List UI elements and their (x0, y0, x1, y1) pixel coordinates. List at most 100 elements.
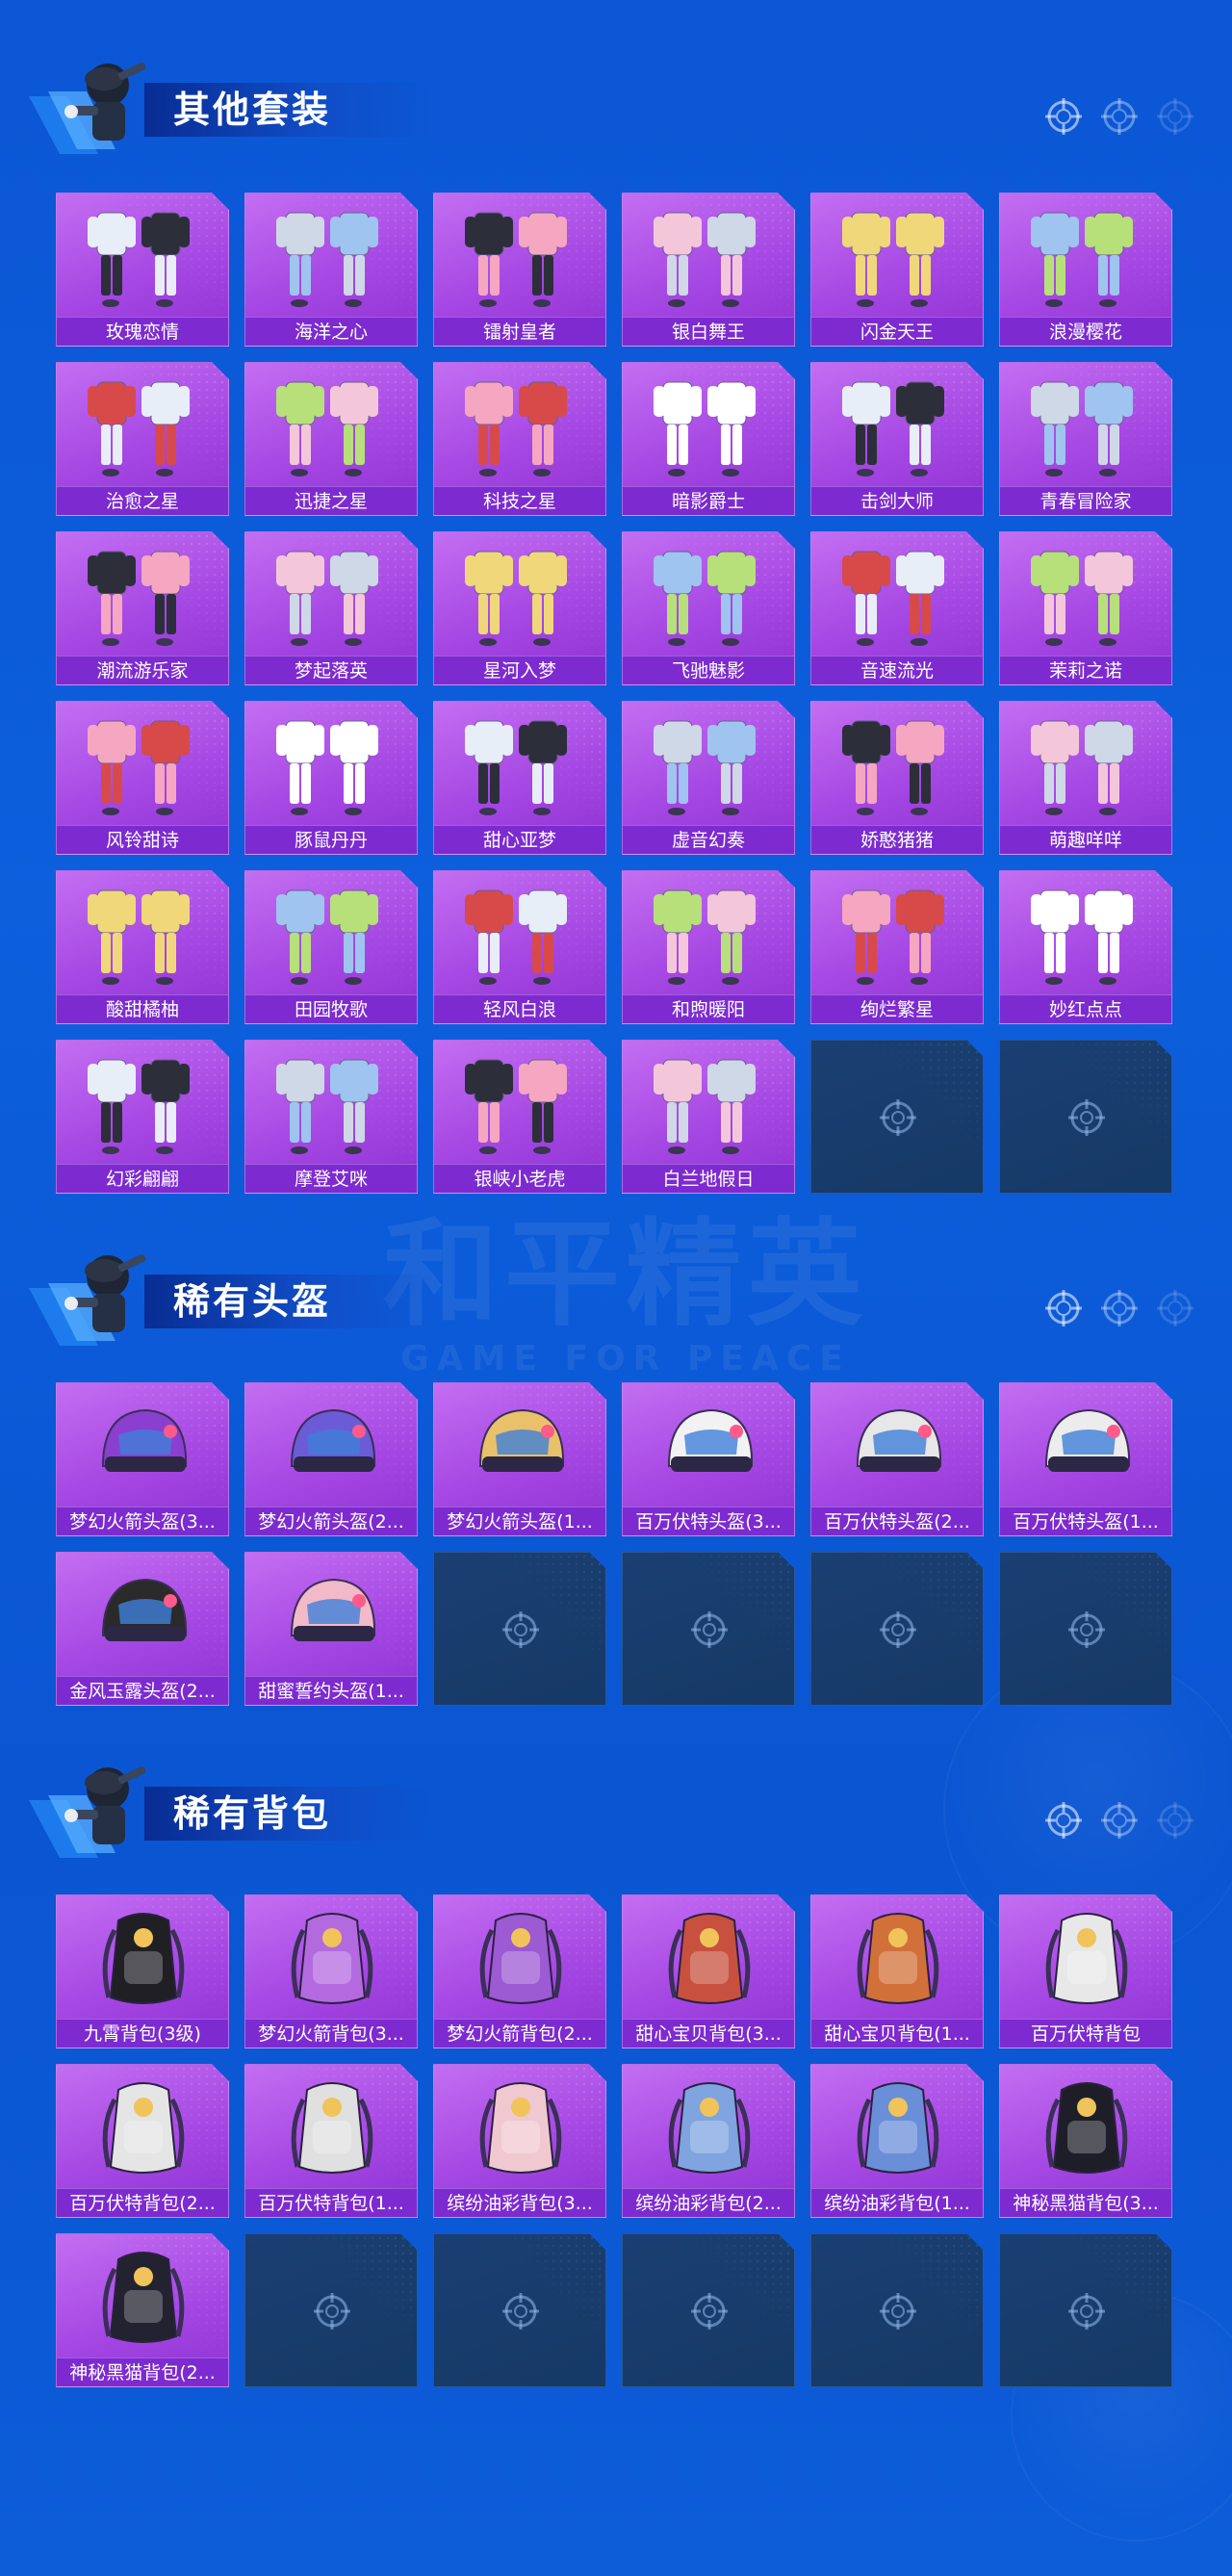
item-label: 青春冒险家 (1000, 486, 1171, 515)
item-card[interactable]: 科技之星 (433, 362, 606, 516)
item-card[interactable]: 青春冒险家 (999, 362, 1172, 516)
item-label: 百万伏特头盔(3... (623, 1507, 794, 1535)
outfit-icon (265, 369, 399, 484)
item-card[interactable]: 潮流游乐家 (56, 531, 229, 685)
item-card[interactable]: 神秘黑猫背包(2... (56, 2233, 229, 2387)
item-label: 飞驰魅影 (623, 656, 794, 684)
helmet-icon (642, 1389, 777, 1505)
item-label: 梦幻火箭头盔(2... (245, 1507, 417, 1535)
crosshair-icon (877, 1609, 919, 1651)
outfit-icon (1019, 538, 1154, 654)
item-label: 浪漫樱花 (1000, 317, 1171, 346)
item-card[interactable]: 百万伏特背包(1... (244, 2064, 418, 2218)
item-card[interactable]: 豚鼠丹丹 (244, 701, 418, 855)
item-card[interactable]: 银峡小老虎 (433, 1040, 606, 1194)
item-card[interactable]: 风铃甜诗 (56, 701, 229, 855)
item-card[interactable]: 甜心宝贝背包(3... (622, 1894, 795, 2048)
crosshair-icon (688, 1609, 731, 1651)
item-card[interactable]: 闪金天王 (810, 193, 984, 347)
outfit-icon (642, 369, 777, 484)
item-card[interactable]: 百万伏特背包 (999, 1894, 1172, 2048)
item-label: 百万伏特背包(2... (57, 2188, 228, 2217)
helmet-icon (76, 1389, 211, 1505)
item-card[interactable]: 甜心亚梦 (433, 701, 606, 855)
item-card[interactable]: 击剑大师 (810, 362, 984, 516)
item-card[interactable]: 白兰地假日 (622, 1040, 795, 1194)
item-card[interactable]: 摩登艾咪 (244, 1040, 418, 1194)
section-title: 稀有背包 (173, 1792, 332, 1835)
item-card[interactable]: 百万伏特头盔(1... (999, 1382, 1172, 1536)
item-card[interactable]: 九霄背包(3级) (56, 1894, 229, 2048)
crosshair-icon (1045, 98, 1082, 135)
item-card[interactable]: 星河入梦 (433, 531, 606, 685)
crosshair-icon (1157, 1290, 1194, 1327)
outfit-icon (1019, 877, 1154, 992)
item-card[interactable]: 缤纷油彩背包(2... (622, 2064, 795, 2218)
item-card[interactable]: 娇憨猪猪 (810, 701, 984, 855)
crosshair-icon (1101, 1802, 1138, 1839)
crosshair-icon (500, 2290, 542, 2332)
backpack-icon (76, 1901, 211, 2017)
item-card[interactable]: 茉莉之诺 (999, 531, 1172, 685)
item-label: 金风玉露头盔(2... (57, 1676, 228, 1705)
item-card[interactable]: 银白舞王 (622, 193, 795, 347)
outfit-icon (453, 1046, 588, 1162)
item-card[interactable]: 暗影爵士 (622, 362, 795, 516)
backpack-icon (453, 2071, 588, 2186)
item-card[interactable]: 海洋之心 (244, 193, 418, 347)
item-card[interactable]: 绚烂繁星 (810, 870, 984, 1024)
item-label: 缤纷油彩背包(3... (434, 2188, 605, 2217)
section-outfits: 其他套装 玫瑰恋情 海洋之心 镭射皇者 银白舞王 闪金天王 浪漫樱花 治愈之星 … (0, 48, 1232, 164)
item-card[interactable]: 梦幻火箭背包(3... (244, 1894, 418, 2048)
item-label: 幻彩翩翩 (57, 1164, 228, 1193)
item-card[interactable]: 梦幻火箭头盔(3... (56, 1382, 229, 1536)
item-card[interactable]: 浪漫樱花 (999, 193, 1172, 347)
item-card[interactable]: 虚音幻奏 (622, 701, 795, 855)
helmet-icon (265, 1558, 399, 1674)
item-card[interactable]: 甜蜜誓约头盔(1... (244, 1552, 418, 1706)
item-card[interactable]: 梦起落英 (244, 531, 418, 685)
outfit-icon (265, 1046, 399, 1162)
item-card[interactable]: 梦幻火箭头盔(2... (244, 1382, 418, 1536)
item-card[interactable]: 神秘黑猫背包(3... (999, 2064, 1172, 2218)
item-label: 九霄背包(3级) (57, 2019, 228, 2048)
item-card[interactable]: 缤纷油彩背包(3... (433, 2064, 606, 2218)
backpack-icon (265, 1901, 399, 2017)
item-card[interactable]: 百万伏特头盔(2... (810, 1382, 984, 1536)
item-card[interactable]: 音速流光 (810, 531, 984, 685)
item-card[interactable]: 玫瑰恋情 (56, 193, 229, 347)
item-label: 银峡小老虎 (434, 1164, 605, 1193)
item-card[interactable]: 迅捷之星 (244, 362, 418, 516)
item-card[interactable]: 萌趣咩咩 (999, 701, 1172, 855)
item-label: 星河入梦 (434, 656, 605, 684)
item-card[interactable]: 和煦暖阳 (622, 870, 795, 1024)
soldier-emblem-icon (29, 1766, 146, 1858)
outfit-icon (831, 538, 965, 654)
item-card[interactable]: 百万伏特头盔(3... (622, 1382, 795, 1536)
item-card[interactable]: 酸甜橘柚 (56, 870, 229, 1024)
item-label: 娇憨猪猪 (811, 825, 983, 854)
item-label: 摩登艾咪 (245, 1164, 417, 1193)
item-card[interactable]: 幻彩翩翩 (56, 1040, 229, 1194)
item-card[interactable]: 梦幻火箭背包(2... (433, 1894, 606, 2048)
item-card[interactable]: 轻风白浪 (433, 870, 606, 1024)
item-card[interactable]: 梦幻火箭头盔(1... (433, 1382, 606, 1536)
item-card[interactable]: 飞驰魅影 (622, 531, 795, 685)
item-label: 白兰地假日 (623, 1164, 794, 1193)
item-card[interactable]: 治愈之星 (56, 362, 229, 516)
crosshair-icon (1065, 1096, 1108, 1139)
item-card[interactable]: 甜心宝贝背包(1... (810, 1894, 984, 2048)
item-card[interactable]: 缤纷油彩背包(1... (810, 2064, 984, 2218)
item-label: 神秘黑猫背包(2... (57, 2357, 228, 2386)
empty-slot (244, 2233, 418, 2387)
item-card[interactable]: 妙红点点 (999, 870, 1172, 1024)
item-card[interactable]: 镭射皇者 (433, 193, 606, 347)
empty-slot (810, 1040, 984, 1194)
item-card[interactable]: 百万伏特背包(2... (56, 2064, 229, 2218)
section-helmets: 稀有头盔 梦幻火箭头盔(3... 梦幻火箭头盔(2... 梦幻火箭头盔(1...… (0, 1240, 1232, 1355)
item-label: 梦起落英 (245, 656, 417, 684)
helmet-icon (265, 1389, 399, 1505)
outfit-icon (453, 708, 588, 823)
item-card[interactable]: 金风玉露头盔(2... (56, 1552, 229, 1706)
item-card[interactable]: 田园牧歌 (244, 870, 418, 1024)
